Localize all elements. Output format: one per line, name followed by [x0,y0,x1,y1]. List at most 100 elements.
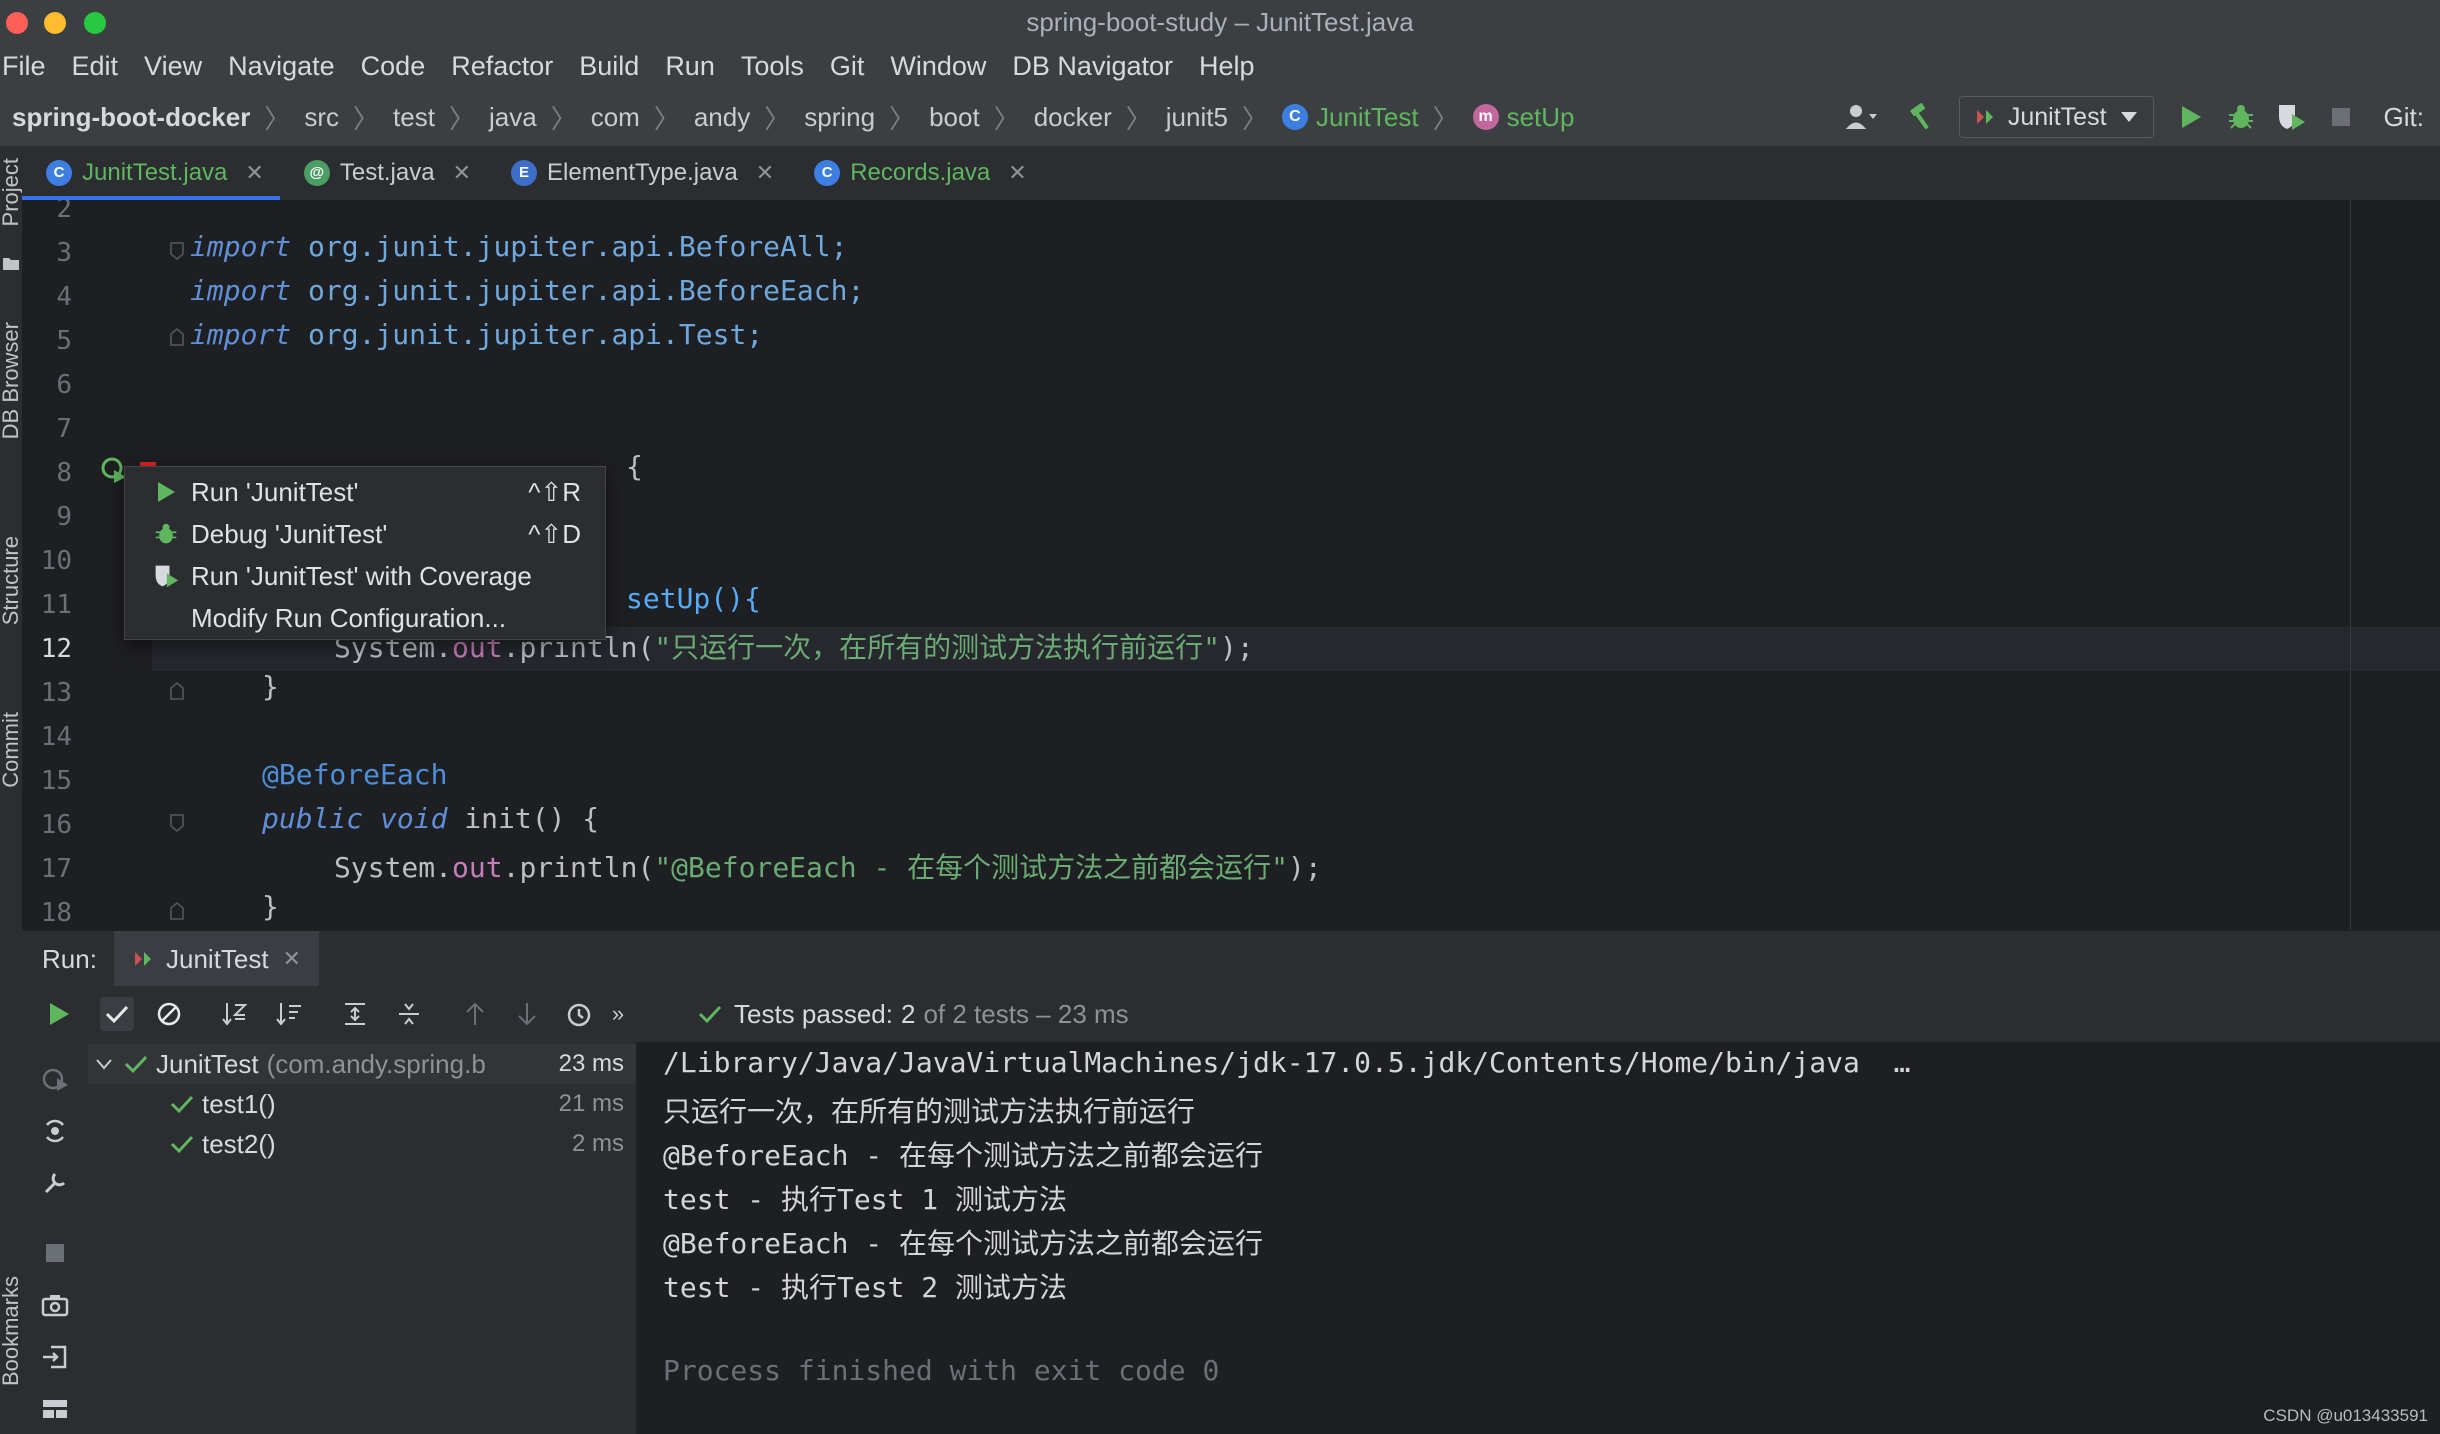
line-number-current: 12 [40,634,72,664]
console-line: @BeforeEach - 在每个测试方法之前都会运行 [663,1139,1264,1172]
close-icon[interactable]: ✕ [245,160,263,186]
run-tool-window-header: Run: JunitTest ✕ [22,930,2440,988]
tree-item-name: test2() [202,1128,276,1159]
close-icon[interactable]: ✕ [756,160,774,186]
popup-run-with-coverage[interactable]: Run 'JunitTest' with Coverage [125,555,605,597]
menu-code[interactable]: Code [361,51,426,82]
tab-records[interactable]: C Records.java ✕ [790,146,1043,200]
breadcrumb-item[interactable]: andy [694,102,750,133]
fold-icon[interactable] [170,682,184,700]
breadcrumb-item[interactable]: test [393,102,435,133]
tab-test[interactable]: @ Test.java ✕ [280,146,487,200]
popup-run-junittest[interactable]: Run 'JunitTest' ^⇧R [125,471,605,513]
popup-modify-run-configuration[interactable]: Modify Run Configuration... [125,597,605,639]
breadcrumb-item[interactable]: junit5 [1166,102,1228,133]
tree-row-junittest[interactable]: JunitTest (com.andy.spring.b 23 ms [88,1044,636,1084]
tool-window-structure[interactable]: Structure [0,536,24,625]
chevron-right-icon: 〉 [653,103,680,134]
menu-file[interactable]: File [2,51,46,82]
fold-icon[interactable] [170,328,184,346]
console-line: /Library/Java/JavaVirtualMachines/jdk-17… [663,1046,1911,1079]
breadcrumb-project[interactable]: spring-boot-docker [12,102,250,133]
layout-icon[interactable] [38,1392,72,1426]
chevron-right-icon: 〉 [448,103,475,134]
code-line-15: @BeforeEach [262,758,448,791]
navigation-bar: spring-boot-docker 〉 src 〉 test 〉 java 〉… [0,88,2440,148]
breadcrumb-item[interactable]: spring [804,102,875,133]
tool-window-bookmarks[interactable]: Bookmarks [0,1276,24,1386]
menu-refactor[interactable]: Refactor [451,51,553,82]
menu-git[interactable]: Git [830,51,865,82]
breadcrumb-item[interactable]: src [304,102,339,133]
next-failed-icon[interactable] [510,997,544,1031]
rerun-icon[interactable] [42,997,76,1031]
toggle-auto-test-icon[interactable] [38,1062,72,1096]
tree-row-test1[interactable]: test1() 21 ms [88,1084,636,1124]
run-with-coverage-icon[interactable] [2274,100,2308,134]
run-configuration-selector[interactable]: JunitTest [1958,96,2154,138]
show-passed-icon[interactable] [100,997,134,1031]
menu-run[interactable]: Run [665,51,715,82]
console-line: @BeforeEach - 在每个测试方法之前都会运行 [663,1227,1264,1260]
camera-icon[interactable] [38,1288,72,1322]
user-icon[interactable] [1845,100,1879,134]
close-icon[interactable]: ✕ [453,160,471,186]
tab-junittest[interactable]: C JunitTest.java ✕ [22,146,280,200]
run-tab-junittest[interactable]: JunitTest ✕ [114,931,320,987]
line-number: 5 [56,326,72,356]
expand-all-icon[interactable] [338,997,372,1031]
fold-icon[interactable] [170,814,184,832]
tool-window-project[interactable]: Project [0,158,24,226]
line-number: 15 [40,766,72,796]
breadcrumb-item[interactable]: java [489,102,537,133]
tree-row-test2[interactable]: test2() 2 ms [88,1124,636,1164]
menu-help[interactable]: Help [1199,51,1255,82]
breadcrumb-item[interactable]: com [591,102,640,133]
wrench-icon[interactable] [38,1166,72,1200]
main-toolbar: JunitTest Git: [1837,88,2440,146]
run-icon[interactable] [2174,100,2208,134]
stop-icon[interactable] [38,1236,72,1270]
tool-window-db-browser[interactable]: DB Browser [0,322,24,439]
breadcrumb-item[interactable]: docker [1034,102,1112,133]
breadcrumb-item[interactable]: boot [929,102,980,133]
test-history-icon[interactable] [562,997,596,1031]
fold-icon[interactable] [170,242,184,260]
menu-edit[interactable]: Edit [72,51,119,82]
menu-db-navigator[interactable]: DB Navigator [1012,51,1173,82]
previous-failed-icon[interactable] [458,997,492,1031]
line-number: 18 [40,898,72,928]
more-actions-icon[interactable]: » [606,997,630,1031]
menu-navigate[interactable]: Navigate [228,51,335,82]
fold-icon[interactable] [170,902,184,920]
show-ignored-icon[interactable] [152,997,186,1031]
sort-alphabetically-icon[interactable] [218,997,252,1031]
menu-tools[interactable]: Tools [741,51,804,82]
tool-window-commit[interactable]: Commit [0,712,24,788]
close-icon[interactable]: ✕ [283,946,301,972]
build-hammer-icon[interactable] [1905,100,1939,134]
popup-debug-junittest[interactable]: Debug 'JunitTest' ^⇧D [125,513,605,555]
menu-view[interactable]: View [144,51,202,82]
sort-by-duration-icon[interactable] [272,997,306,1031]
chevron-right-icon: 〉 [889,103,916,134]
tab-elementtype[interactable]: E ElementType.java ✕ [487,146,790,200]
breadcrumb-class[interactable]: JunitTest [1316,102,1419,133]
rerun-failed-icon[interactable] [38,1114,72,1148]
line-number: 14 [40,722,72,752]
close-icon[interactable]: ✕ [1008,160,1026,186]
menu-window[interactable]: Window [890,51,986,82]
import-tests-icon[interactable] [38,1340,72,1374]
stop-icon[interactable] [2324,100,2358,134]
enum-icon: E [511,160,537,186]
debug-icon[interactable] [2224,100,2258,134]
menu-build[interactable]: Build [579,51,639,82]
tree-item-duration: 21 ms [558,1090,624,1117]
run-tab-label: JunitTest [166,943,269,974]
class-test-icon: C [46,160,72,186]
breadcrumb-method[interactable]: setUp [1507,102,1575,133]
git-label[interactable]: Git: [2384,102,2424,133]
collapse-all-icon[interactable] [392,997,426,1031]
console-output[interactable]: /Library/Java/JavaVirtualMachines/jdk-17… [637,1042,2440,1434]
coverage-icon [149,563,183,589]
